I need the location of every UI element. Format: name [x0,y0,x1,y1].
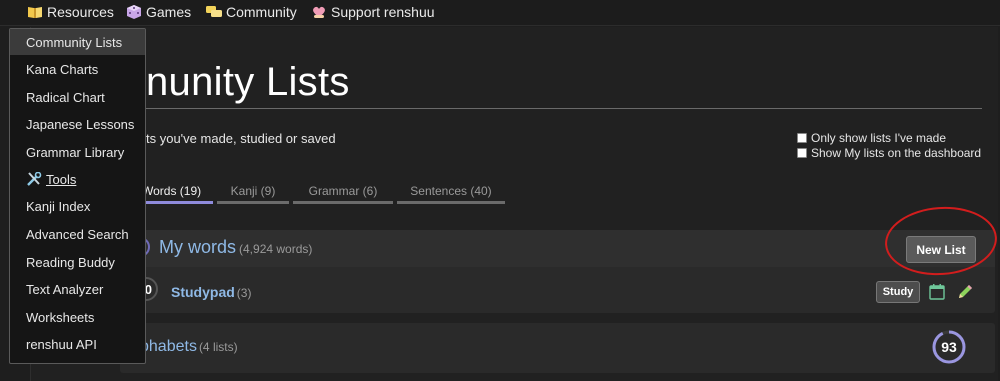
dashboard-label: Show My lists on the dashboard [811,146,982,160]
menu-item-kana-charts[interactable]: Kana Charts [10,56,145,82]
alphabets-name[interactable]: phabets [140,338,197,355]
menu-item-grammar-library[interactable]: Grammar Library [10,139,145,165]
alphabets-count: (4 lists) [198,340,238,354]
heart-hands-icon [311,5,327,19]
menu-item-community-lists[interactable]: Community Lists [10,29,145,55]
only-mine-option[interactable]: Only show lists I've made [797,131,946,145]
page-subtitle: ts you've made, studied or saved [146,131,336,146]
menu-item-renshuu-api[interactable]: renshuu API [10,331,145,357]
resources-dropdown-menu: Community Lists Kana Charts Radical Char… [9,28,146,364]
dashboard-checkbox[interactable] [797,148,807,158]
only-mine-label: Only show lists I've made [811,131,947,145]
my-words-title[interactable]: My words (4,924 words) [159,237,312,258]
score-value: 93 [941,339,957,355]
chat-bubbles-icon [206,5,222,19]
tab-kanji[interactable]: Kanji (9) [217,184,289,204]
nav-support[interactable]: Support renshuu [311,3,435,21]
nav-community[interactable]: Community [206,3,297,21]
alphabets-panel [120,323,995,373]
dashboard-option[interactable]: Show My lists on the dashboard [797,146,981,160]
studypad-list[interactable]: Studypad (3) [171,284,251,300]
nav-label: Resources [47,4,114,20]
pencil-icon[interactable] [956,283,974,301]
menu-item-label: Tools [46,171,77,187]
tab-grammar[interactable]: Grammar (6) [293,184,393,204]
menu-item-japanese-lessons[interactable]: Japanese Lessons [10,111,145,137]
menu-item-tools[interactable]: Tools [10,166,145,192]
nav-resources[interactable]: Resources [27,3,114,21]
menu-item-reading-buddy[interactable]: Reading Buddy [10,249,145,275]
nav-games[interactable]: Games [126,3,191,21]
tools-icon [26,171,42,186]
menu-item-advanced-search[interactable]: Advanced Search [10,221,145,247]
book-icon [27,5,43,19]
menu-item-text-analyzer[interactable]: Text Analyzer [10,276,145,302]
studypad-name[interactable]: Studypad [171,284,235,300]
studypad-count: (3) [236,286,252,300]
title-divider [146,108,982,109]
page-title: nunity Lists [146,60,350,104]
my-words-label[interactable]: My words [159,237,236,257]
nav-label: Community [226,4,297,20]
nav-label: Support renshuu [331,4,435,20]
tab-sentences[interactable]: Sentences (40) [397,184,505,204]
alphabets-group[interactable]: phabets (4 lists) [140,338,238,356]
calendar-icon[interactable] [929,284,945,300]
menu-item-worksheets[interactable]: Worksheets [10,304,145,330]
dice-icon [126,5,142,19]
new-list-button[interactable]: New List [906,236,976,263]
menu-item-kanji-index[interactable]: Kanji Index [10,193,145,219]
my-words-count: (4,924 words) [239,242,313,256]
nav-label: Games [146,4,192,20]
top-navigation: Resources Games Community Support renshu… [0,0,1000,26]
only-mine-checkbox[interactable] [797,133,807,143]
menu-item-radical-chart[interactable]: Radical Chart [10,84,145,110]
study-button[interactable]: Study [876,281,920,303]
